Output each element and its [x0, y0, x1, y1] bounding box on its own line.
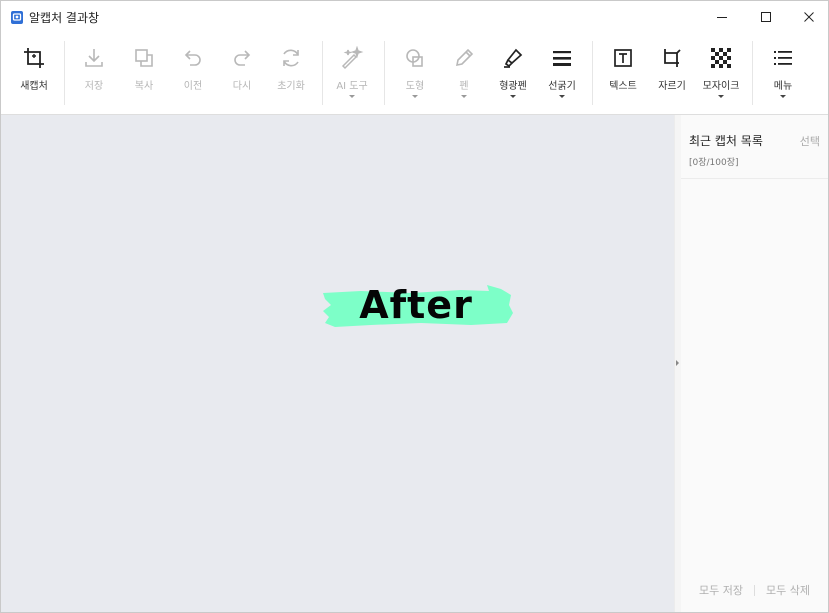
mosaic-button[interactable]: 모자이크 [700, 43, 742, 109]
minimize-button[interactable] [700, 1, 744, 33]
redo-label: 다시 [232, 81, 252, 92]
mosaic-label: 모자이크 [702, 81, 740, 92]
chevron-down-icon [461, 95, 467, 98]
text-icon [610, 45, 636, 71]
maximize-button[interactable] [744, 1, 788, 33]
pen-label: 펜 [459, 81, 469, 92]
delete-all-button[interactable]: 모두 삭제 [766, 582, 810, 598]
panel-divider [681, 178, 828, 179]
save-button[interactable]: 저장 [77, 43, 111, 109]
alcapture-app-icon [11, 11, 23, 24]
recent-captures-panel: 최근 캡처 목록 선택 [0장/100장] 모두 저장 모두 삭제 [681, 115, 828, 612]
chevron-down-icon [559, 95, 565, 98]
panel-splitter[interactable] [674, 115, 681, 612]
undo-button[interactable]: 이전 [176, 43, 210, 109]
maximize-icon [761, 12, 771, 22]
toolbar-divider [384, 41, 385, 105]
redo-button[interactable]: 다시 [225, 43, 259, 109]
redo-icon [229, 45, 255, 71]
menu-label: 메뉴 [773, 81, 793, 92]
capture-result-window: 알캡처 결과창 새캡처 저장 복사 이전 다시 초기화 AI 도구 도형 펜 형… [0, 0, 829, 613]
chevron-down-icon [718, 95, 724, 98]
text-button[interactable]: 텍스트 [605, 43, 641, 109]
chevron-down-icon [412, 95, 418, 98]
undo-icon [180, 45, 206, 71]
line-weight-icon [549, 45, 575, 71]
crop-plus-icon [21, 45, 47, 71]
ai-tools-label: AI 도구 [336, 81, 368, 92]
copy-label: 복사 [134, 81, 154, 92]
reset-button[interactable]: 초기화 [273, 43, 309, 109]
panel-title: 최근 캡처 목록 [689, 134, 763, 148]
save-label: 저장 [84, 81, 104, 92]
select-button[interactable]: 선택 [800, 133, 820, 149]
new-capture-label: 새캡처 [20, 81, 48, 92]
toolbar-divider [322, 41, 323, 105]
menu-button[interactable]: 메뉴 [767, 43, 799, 109]
pen-button[interactable]: 펜 [448, 43, 480, 109]
reset-label: 초기화 [277, 81, 305, 92]
toolbar-divider [64, 41, 65, 105]
line-thickness-label: 선굵기 [548, 81, 576, 92]
refresh-icon [278, 45, 304, 71]
captured-image: After [321, 283, 516, 333]
highlighter-button[interactable]: 형광펜 [495, 43, 531, 109]
copy-icon [131, 45, 157, 71]
crop-icon [659, 45, 685, 71]
close-icon [804, 12, 814, 22]
window-title: 알캡처 결과창 [29, 11, 100, 25]
shape-button[interactable]: 도형 [399, 43, 431, 109]
ai-tools-button[interactable]: AI 도구 [333, 43, 371, 109]
line-thickness-button[interactable]: 선굵기 [544, 43, 580, 109]
text-label: 텍스트 [609, 81, 637, 92]
crop-label: 자르기 [658, 81, 686, 92]
collapse-arrow-icon[interactable] [676, 360, 679, 366]
toolbar-divider [592, 41, 593, 105]
download-icon [81, 45, 107, 71]
capture-canvas[interactable]: After [1, 115, 674, 612]
panel-footer: 모두 저장 모두 삭제 [681, 568, 828, 612]
new-capture-button[interactable]: 새캡처 [15, 43, 53, 109]
mosaic-icon [708, 45, 734, 71]
toolbar: 새캡처 저장 복사 이전 다시 초기화 AI 도구 도형 펜 형광펜 선굵기 텍… [1, 33, 828, 115]
highlighter-label: 형광펜 [499, 81, 527, 92]
shape-label: 도형 [405, 81, 425, 92]
save-all-button[interactable]: 모두 저장 [699, 582, 743, 598]
title-bar: 알캡처 결과창 [1, 1, 828, 33]
undo-label: 이전 [183, 81, 203, 92]
chevron-down-icon [780, 95, 786, 98]
shape-icon [402, 45, 428, 71]
after-text: After [359, 283, 473, 327]
chevron-down-icon [510, 95, 516, 98]
list-menu-icon [770, 45, 796, 71]
copy-button[interactable]: 복사 [127, 43, 161, 109]
capture-count: [0장/100장] [689, 158, 739, 168]
chevron-down-icon [349, 95, 355, 98]
close-button[interactable] [787, 1, 829, 33]
highlighter-icon [500, 45, 526, 71]
crop-button[interactable]: 자르기 [654, 43, 690, 109]
footer-divider [754, 584, 755, 596]
magic-wand-icon [339, 45, 365, 71]
minimize-icon [717, 17, 727, 18]
toolbar-divider [752, 41, 753, 105]
pen-icon [451, 45, 477, 71]
